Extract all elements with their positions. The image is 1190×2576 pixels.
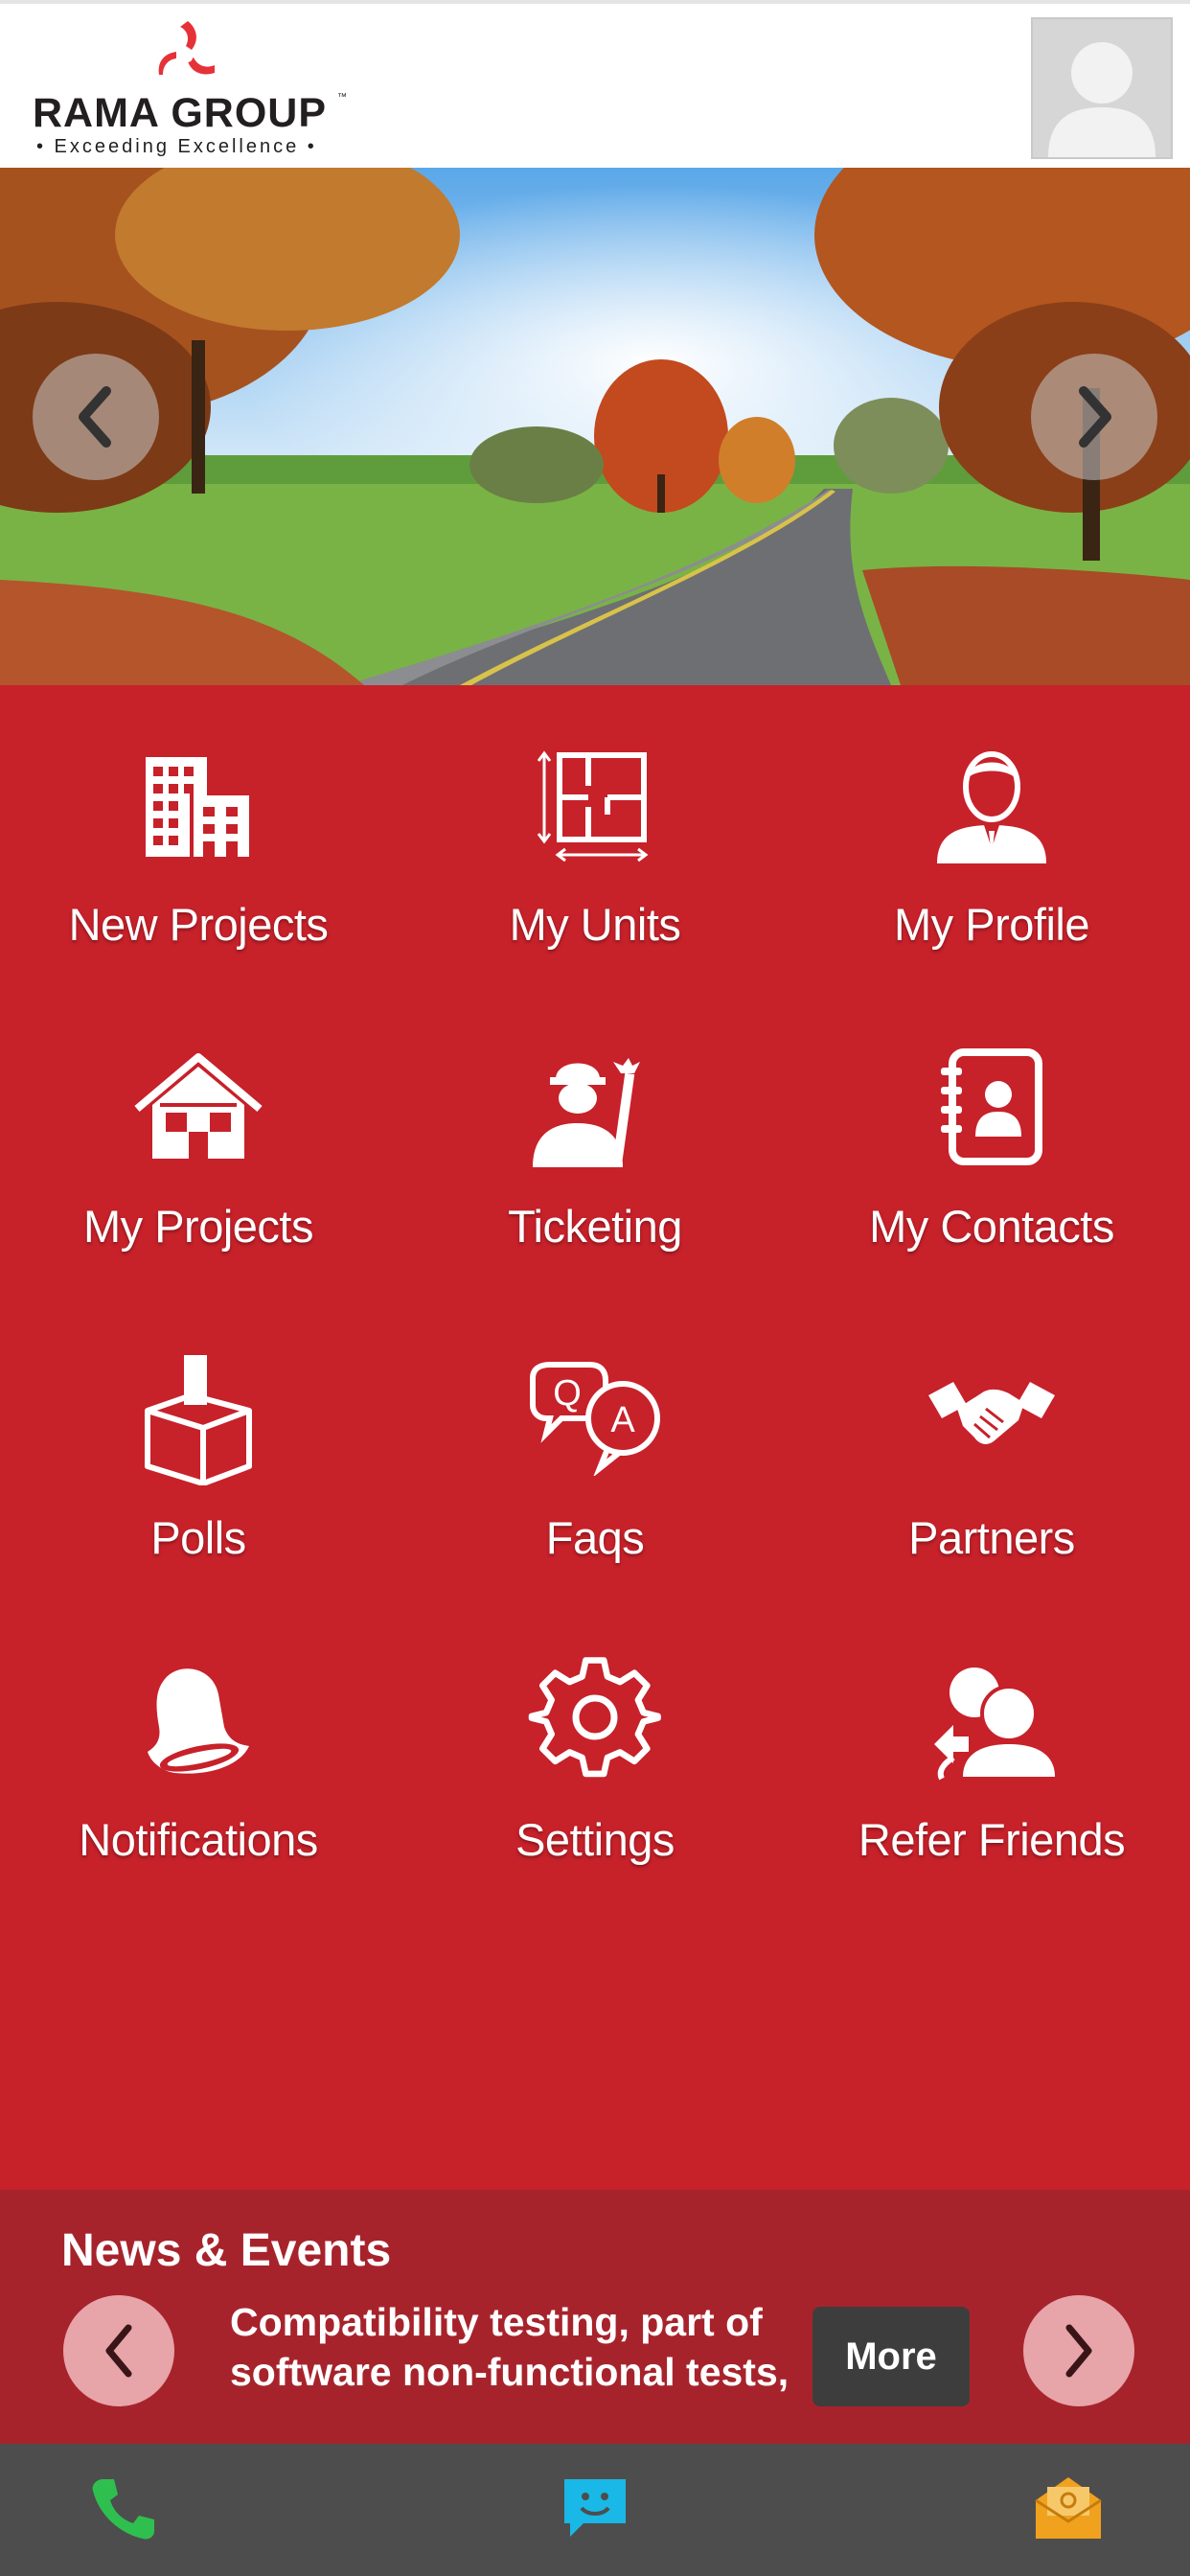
menu-tile-my-units[interactable]: My Units xyxy=(397,733,793,951)
menu-label: Partners xyxy=(908,1512,1075,1563)
chevron-right-icon xyxy=(1079,386,1111,448)
menu-label: My Projects xyxy=(83,1201,314,1252)
menu-label: Faqs xyxy=(545,1512,645,1563)
carousel-next-button[interactable] xyxy=(1031,354,1157,480)
menu-tile-settings[interactable]: Settings xyxy=(397,1648,793,1866)
menu-tile-ticketing[interactable]: Ticketing xyxy=(397,1035,793,1253)
menu-label: My Units xyxy=(509,899,681,950)
news-line-1: Compatibility testing, part of xyxy=(230,2300,763,2344)
autumn-road-image xyxy=(0,168,1190,685)
worker-wrench-icon xyxy=(523,1035,667,1179)
buildings-icon xyxy=(126,733,270,877)
menu-label: My Contacts xyxy=(869,1201,1114,1252)
menu-tile-my-profile[interactable]: My Profile xyxy=(793,733,1190,951)
trademark: ™ xyxy=(337,92,347,103)
menu-tile-faqs[interactable]: Q A Faqs xyxy=(397,1346,793,1564)
bell-icon xyxy=(126,1648,270,1792)
news-line-2: software non-functional tests, xyxy=(230,2350,790,2394)
svg-text:A: A xyxy=(610,1400,635,1440)
menu-label: Ticketing xyxy=(508,1201,682,1252)
menu-label: New Projects xyxy=(68,899,329,950)
svg-text:Q: Q xyxy=(553,1373,582,1414)
address-book-icon xyxy=(920,1035,1064,1179)
news-next-button[interactable] xyxy=(1023,2295,1134,2406)
handshake-icon xyxy=(920,1346,1064,1490)
menu-tile-refer-friends[interactable]: Refer Friends xyxy=(793,1648,1190,1866)
user-placeholder-icon xyxy=(1048,42,1156,157)
news-events-section: News & Events Compatibility testing, par… xyxy=(0,2190,1190,2444)
menu-label: Settings xyxy=(515,1814,675,1865)
phone-icon xyxy=(92,2479,154,2540)
chevron-left-icon xyxy=(79,386,111,448)
chevron-left-icon xyxy=(105,2324,132,2378)
call-button[interactable] xyxy=(80,2465,167,2551)
menu-tile-notifications[interactable]: Notifications xyxy=(0,1648,397,1866)
qa-bubbles-icon: Q A xyxy=(523,1346,667,1490)
news-title: News & Events xyxy=(61,2225,392,2276)
house-icon xyxy=(126,1035,270,1179)
mail-button[interactable] xyxy=(1025,2465,1111,2551)
menu-label: Notifications xyxy=(79,1814,318,1865)
logo-mark-icon xyxy=(158,21,215,75)
menu-tile-my-projects[interactable]: My Projects xyxy=(0,1035,397,1253)
menu-label: My Profile xyxy=(894,899,1089,950)
rama-group-logo[interactable]: RAMA GROUP ™ • Exceeding Excellence • xyxy=(33,13,358,157)
chat-icon xyxy=(564,2479,626,2537)
more-button[interactable]: More xyxy=(812,2307,970,2406)
mail-icon xyxy=(1035,2477,1102,2539)
person-icon xyxy=(920,733,1064,877)
news-prev-button[interactable] xyxy=(63,2295,174,2406)
carousel-prev-button[interactable] xyxy=(33,354,159,480)
bottom-action-bar xyxy=(0,2444,1190,2576)
chat-button[interactable] xyxy=(552,2465,638,2551)
image-carousel[interactable] xyxy=(0,168,1190,685)
refer-users-icon xyxy=(920,1648,1064,1792)
menu-label: Refer Friends xyxy=(858,1814,1126,1865)
chevron-right-icon xyxy=(1065,2324,1092,2378)
news-snippet[interactable]: Compatibility testing, part of software … xyxy=(230,2297,805,2397)
menu-label: Polls xyxy=(150,1512,246,1563)
menu-tile-polls[interactable]: Polls xyxy=(0,1346,397,1564)
menu-tile-partners[interactable]: Partners xyxy=(793,1346,1190,1564)
gear-icon xyxy=(523,1648,667,1792)
floor-plan-icon xyxy=(523,733,667,877)
profile-avatar[interactable] xyxy=(1031,17,1173,159)
ballot-box-icon xyxy=(126,1346,270,1490)
app-header: RAMA GROUP ™ • Exceeding Excellence • xyxy=(0,0,1190,168)
main-menu-grid: New Projects My Units My Profile My Proj… xyxy=(0,685,1190,2190)
brand-name: RAMA GROUP xyxy=(33,90,328,136)
menu-tile-my-contacts[interactable]: My Contacts xyxy=(793,1035,1190,1253)
menu-tile-new-projects[interactable]: New Projects xyxy=(0,733,397,951)
brand-tagline: • Exceeding Excellence • xyxy=(36,136,317,157)
